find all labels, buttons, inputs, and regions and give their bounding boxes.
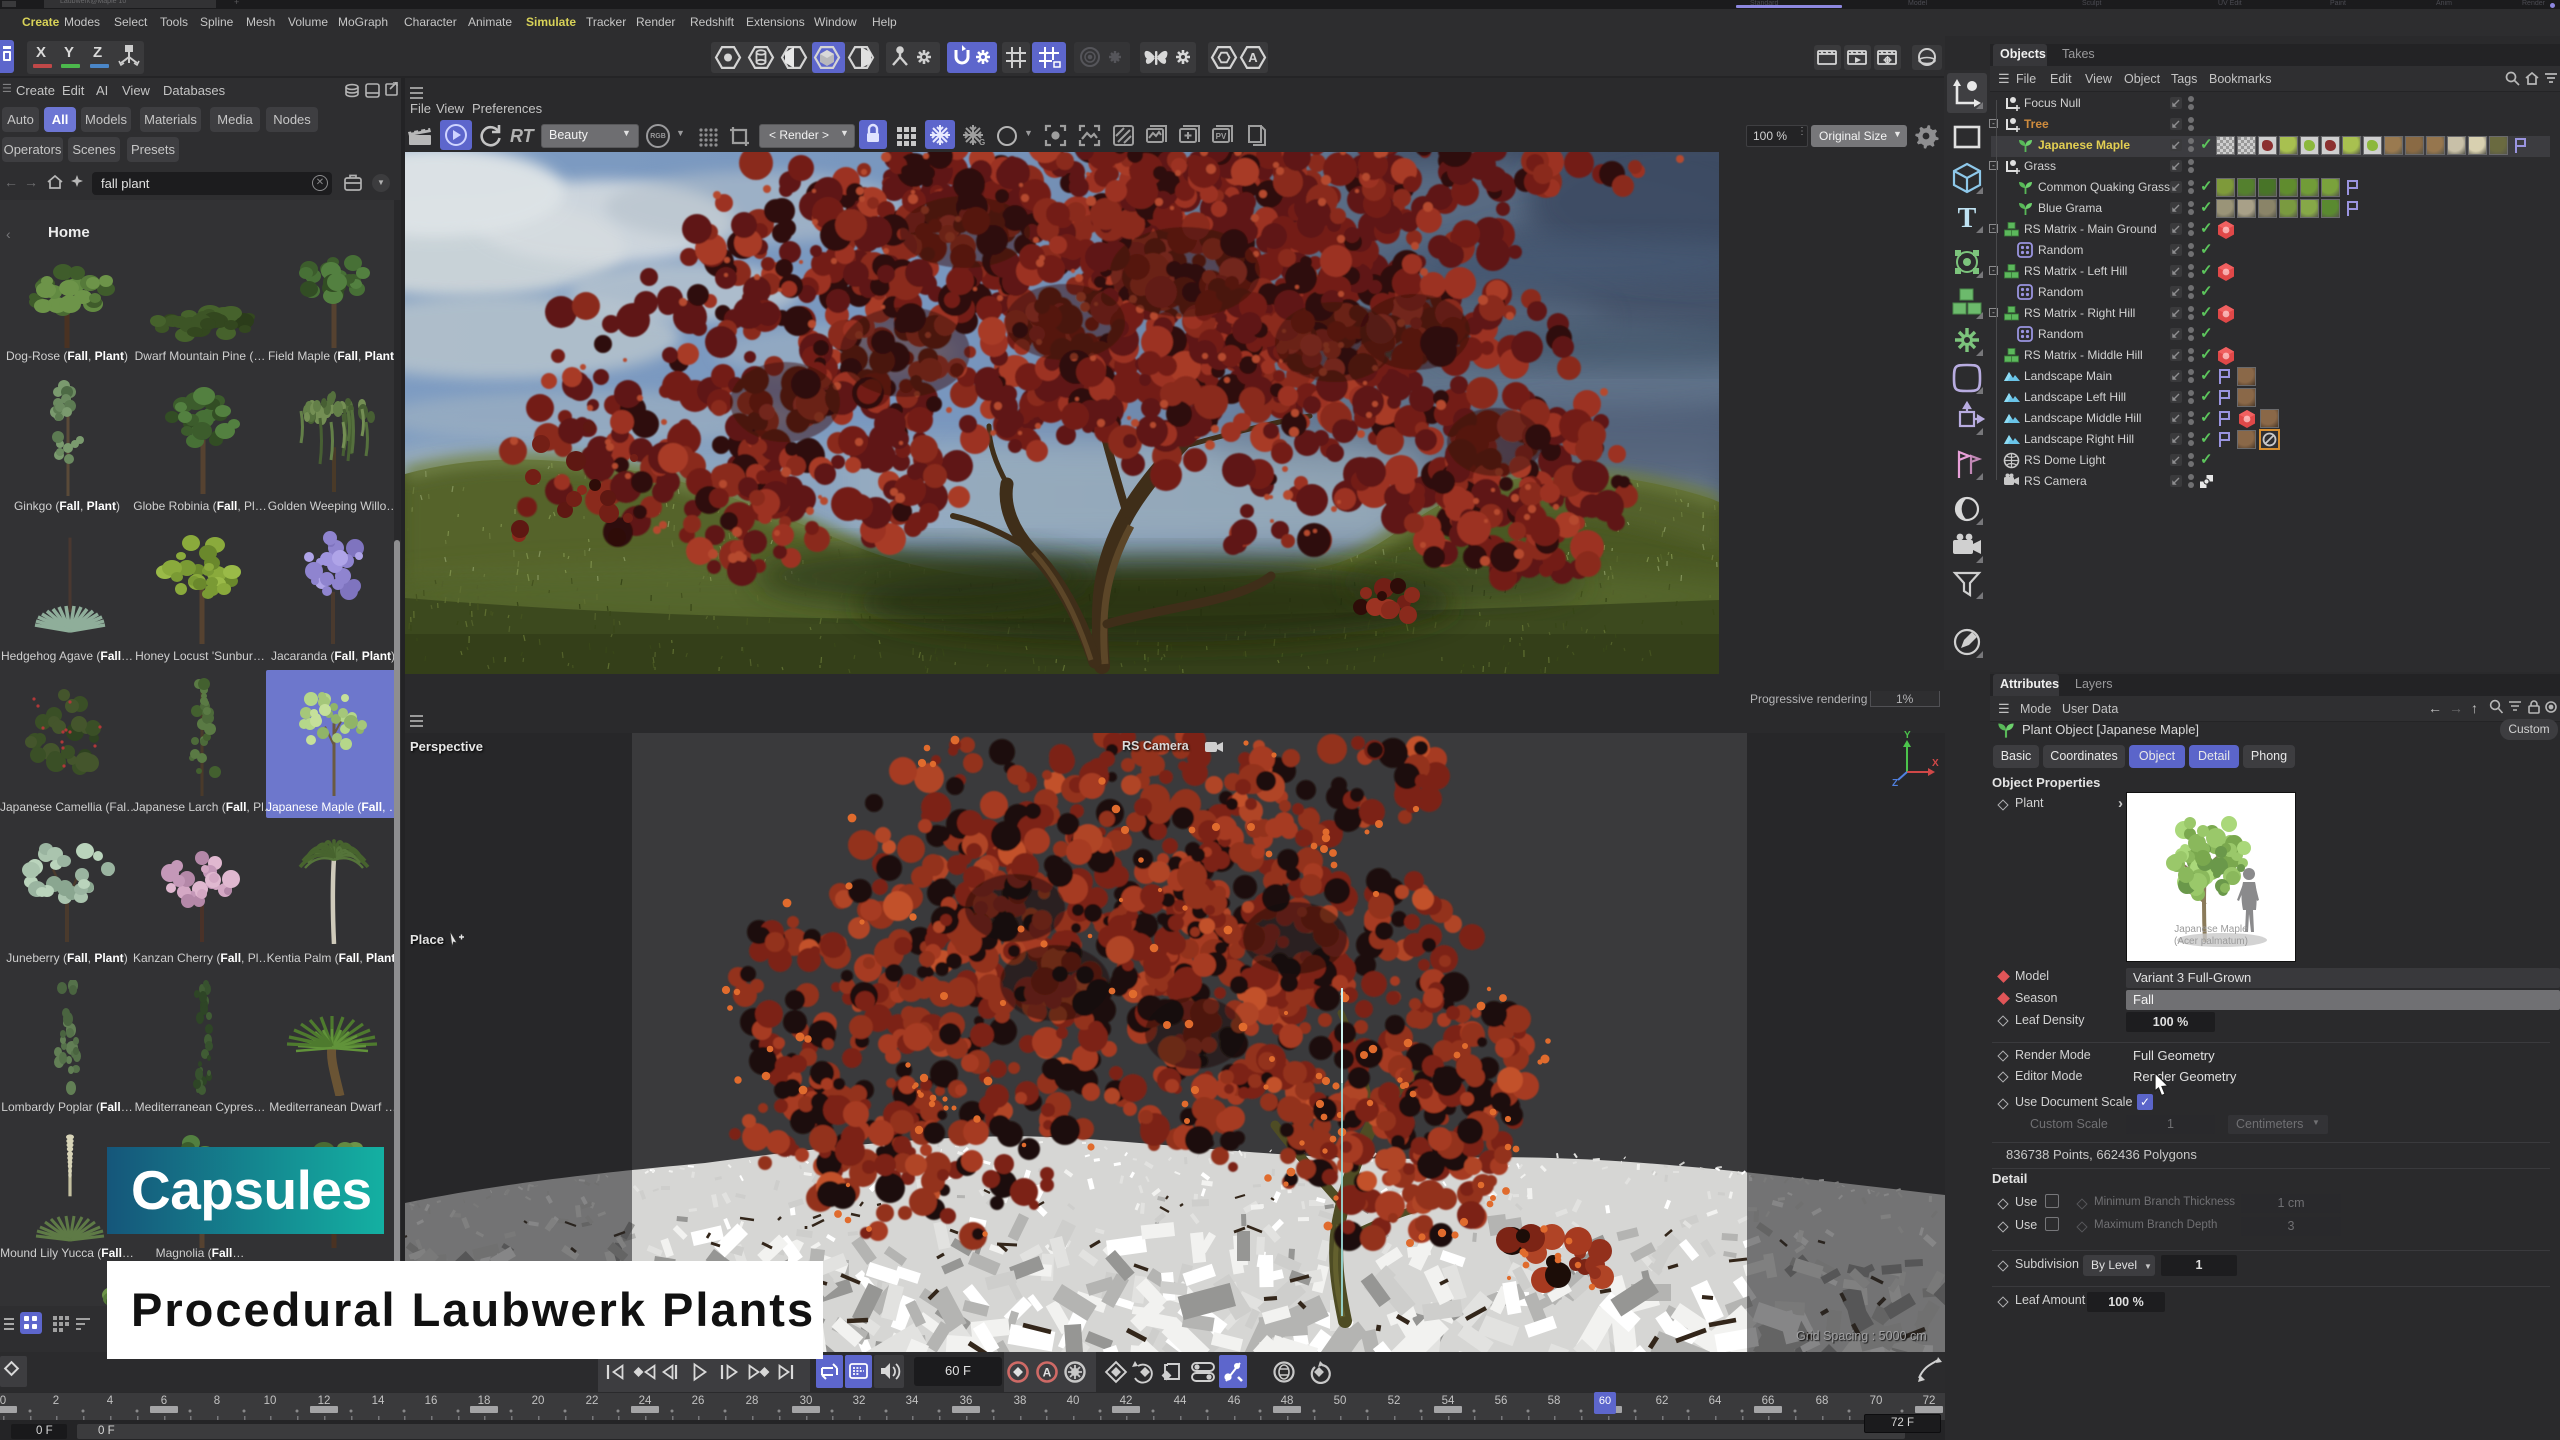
svg-text:54: 54 xyxy=(1442,1395,1455,1407)
svg-text:60: 60 xyxy=(1599,1395,1611,1407)
svg-text:40: 40 xyxy=(1067,1395,1080,1407)
svg-text:68: 68 xyxy=(1816,1395,1829,1407)
svg-text:14: 14 xyxy=(372,1395,385,1407)
svg-text:28: 28 xyxy=(746,1395,759,1407)
svg-text:(Acer palmatum): (Acer palmatum) xyxy=(2174,936,2248,947)
svg-text:66: 66 xyxy=(1762,1395,1775,1407)
svg-text:70: 70 xyxy=(1870,1395,1883,1407)
svg-text:A: A xyxy=(1043,1366,1052,1380)
svg-text:T: T xyxy=(1958,203,1977,234)
svg-text:34: 34 xyxy=(906,1395,919,1407)
svg-text:62: 62 xyxy=(1656,1395,1669,1407)
svg-text:42: 42 xyxy=(1120,1395,1133,1407)
svg-text:8: 8 xyxy=(214,1395,220,1407)
svg-text:22: 22 xyxy=(586,1395,599,1407)
svg-text:PV: PV xyxy=(1216,132,1227,141)
svg-text:46: 46 xyxy=(1228,1395,1241,1407)
svg-text:56: 56 xyxy=(1495,1395,1508,1407)
svg-text:4: 4 xyxy=(107,1395,114,1407)
svg-text:32: 32 xyxy=(853,1395,866,1407)
svg-text:50: 50 xyxy=(1334,1395,1347,1407)
svg-text:52: 52 xyxy=(1388,1395,1401,1407)
svg-text:2: 2 xyxy=(53,1395,59,1407)
svg-text:20: 20 xyxy=(532,1395,545,1407)
svg-text:6: 6 xyxy=(161,1395,167,1407)
svg-text:44: 44 xyxy=(1174,1395,1187,1407)
svg-text:A: A xyxy=(1248,50,1258,65)
svg-text:72: 72 xyxy=(1923,1395,1936,1407)
svg-text:38: 38 xyxy=(1014,1395,1027,1407)
svg-text:30: 30 xyxy=(800,1395,813,1407)
svg-text:0: 0 xyxy=(0,1395,6,1407)
svg-text:48: 48 xyxy=(1281,1395,1294,1407)
svg-text:Japanese Maple: Japanese Maple xyxy=(2174,924,2248,935)
svg-text:64: 64 xyxy=(1709,1395,1722,1407)
svg-text:12: 12 xyxy=(318,1395,331,1407)
svg-text:10: 10 xyxy=(264,1395,277,1407)
svg-text:24: 24 xyxy=(639,1395,652,1407)
svg-text:16: 16 xyxy=(425,1395,438,1407)
svg-text:58: 58 xyxy=(1548,1395,1561,1407)
svg-text:36: 36 xyxy=(960,1395,973,1407)
svg-text:X: X xyxy=(1932,758,1939,769)
svg-text:Z: Z xyxy=(1892,778,1898,789)
svg-text:18: 18 xyxy=(478,1395,491,1407)
svg-text:Y: Y xyxy=(1904,730,1911,741)
svg-text:26: 26 xyxy=(692,1395,705,1407)
